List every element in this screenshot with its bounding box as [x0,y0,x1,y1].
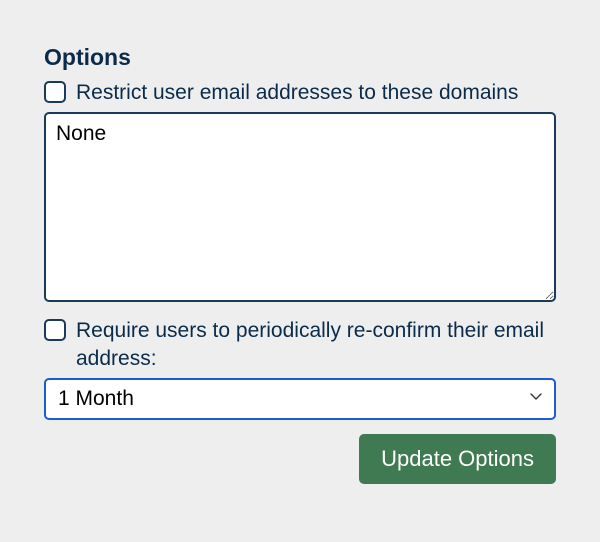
button-row: Update Options [44,434,556,484]
options-title: Options [44,44,556,71]
period-select[interactable]: 1 Month [44,378,556,420]
domains-textarea[interactable]: None [44,112,556,302]
reconfirm-checkbox-row: Require users to periodically re-confirm… [44,317,556,372]
reconfirm-label: Require users to periodically re-confirm… [76,317,556,372]
restrict-checkbox[interactable] [44,81,66,103]
restrict-label: Restrict user email addresses to these d… [76,79,518,106]
period-select-wrapper: 1 Month [44,378,556,420]
update-options-button[interactable]: Update Options [359,434,556,484]
reconfirm-checkbox[interactable] [44,319,66,341]
restrict-checkbox-row: Restrict user email addresses to these d… [44,79,556,106]
